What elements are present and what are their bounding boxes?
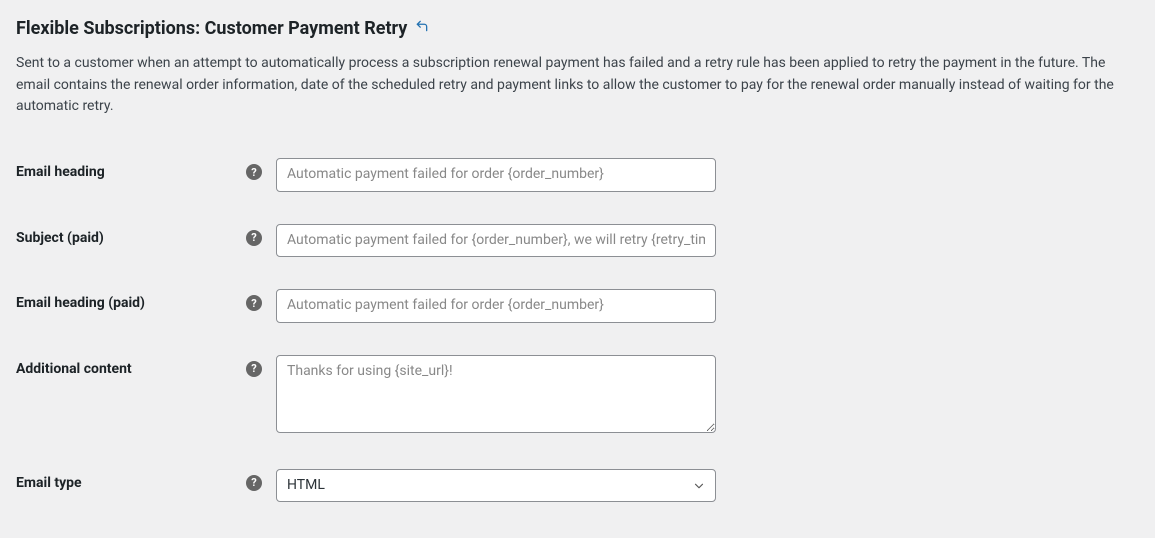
select-wrap: HTML [276,469,716,503]
email-heading-paid-input[interactable] [276,289,716,323]
help-icon[interactable]: ? [246,295,262,311]
section-title-row: Flexible Subscriptions: Customer Payment… [16,18,1139,39]
row-email-heading-paid: Email heading (paid) ? [16,273,1139,339]
email-type-select[interactable]: HTML [276,469,716,503]
back-link[interactable] [415,19,429,38]
email-settings-panel: Flexible Subscriptions: Customer Payment… [0,0,1155,538]
help-icon[interactable]: ? [246,475,262,491]
label-col: Subject (paid) ? [16,224,276,246]
label-additional-content: Additional content [16,361,132,377]
page-title: Flexible Subscriptions: Customer Payment… [16,18,407,39]
email-heading-input[interactable] [276,158,716,192]
label-email-type: Email type [16,475,82,491]
row-additional-content: Additional content ? [16,339,1139,453]
row-email-heading: Email heading ? [16,142,1139,208]
label-subject-paid: Subject (paid) [16,230,104,246]
return-up-icon [415,19,429,37]
row-subject-paid: Subject (paid) ? [16,208,1139,274]
field-col [276,158,716,192]
label-email-heading-paid: Email heading (paid) [16,295,145,311]
additional-content-textarea[interactable] [276,355,716,433]
label-col: Email heading (paid) ? [16,289,276,311]
field-col [276,224,716,258]
help-icon[interactable]: ? [246,361,262,377]
field-col [276,289,716,323]
help-icon[interactable]: ? [246,164,262,180]
label-col: Additional content ? [16,355,276,377]
field-col [276,355,716,437]
label-email-heading: Email heading [16,164,105,180]
field-col: HTML [276,469,716,503]
label-col: Email type ? [16,469,276,491]
subject-paid-input[interactable] [276,224,716,258]
row-email-type: Email type ? HTML [16,453,1139,519]
section-description: Sent to a customer when an attempt to au… [16,53,1136,118]
help-icon[interactable]: ? [246,230,262,246]
label-col: Email heading ? [16,158,276,180]
